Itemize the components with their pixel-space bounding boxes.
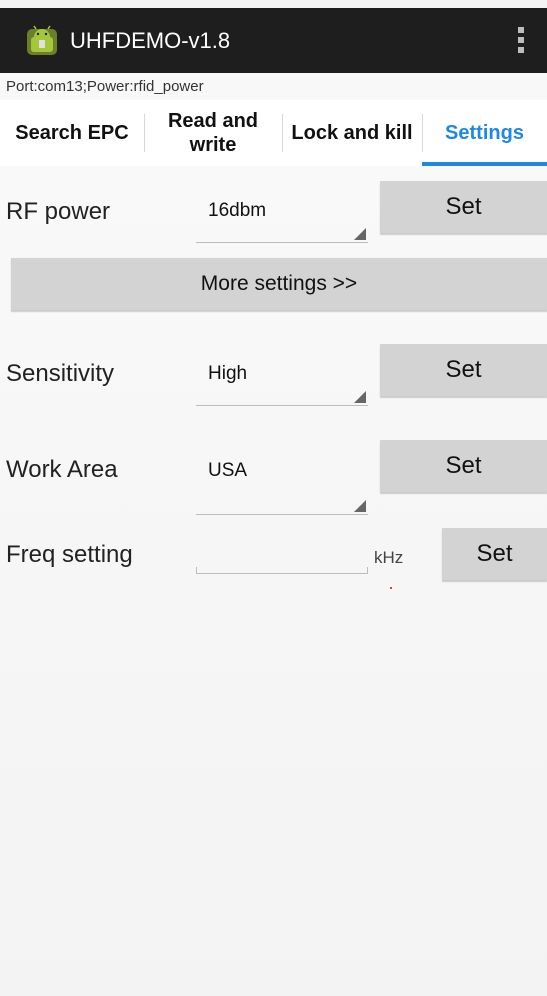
freq-set-button[interactable]: Set <box>442 528 547 580</box>
dropdown-triangle-icon <box>354 500 366 512</box>
freq-unit-label: kHz <box>374 548 404 567</box>
tab-bar: Search EPC Read and write Lock and kill … <box>0 100 547 166</box>
app-title: UHFDEMO-v1.8 <box>70 28 231 53</box>
android-icon <box>27 25 57 55</box>
dropdown-triangle-icon <box>354 228 366 240</box>
work-area-set-button[interactable]: Set <box>380 440 547 492</box>
tab-settings[interactable]: Settings <box>422 100 547 166</box>
sensitivity-spinner[interactable]: High <box>196 355 368 406</box>
tab-lock-and-kill[interactable]: Lock and kill <box>282 100 422 166</box>
sensitivity-set-button[interactable]: Set <box>380 344 547 396</box>
connection-status: Port:com13;Power:rfid_power <box>6 78 204 95</box>
sensitivity-value: High <box>208 363 248 384</box>
more-settings-button[interactable]: More settings >> <box>11 258 547 310</box>
cursor-dot <box>390 587 392 589</box>
freq-setting-label: Freq setting <box>6 541 133 568</box>
work-area-label: Work Area <box>6 456 118 483</box>
rf-power-value: 16dbm <box>208 200 267 221</box>
status-bar-strip <box>0 0 547 8</box>
overflow-menu-icon[interactable] <box>508 20 534 60</box>
freq-input[interactable] <box>196 535 368 574</box>
action-bar: UHFDEMO-v1.8 <box>0 8 547 73</box>
sensitivity-label: Sensitivity <box>6 360 115 387</box>
dropdown-triangle-icon <box>354 391 366 403</box>
tab-search-epc[interactable]: Search EPC <box>0 100 144 166</box>
work-area-value: USA <box>208 460 248 481</box>
rf-power-label: RF power <box>6 198 111 225</box>
rf-power-set-button[interactable]: Set <box>380 181 547 233</box>
rf-power-spinner[interactable]: 16dbm <box>196 192 368 243</box>
work-area-spinner[interactable]: USA <box>196 452 368 515</box>
tab-read-and-write[interactable]: Read and write <box>144 100 282 166</box>
